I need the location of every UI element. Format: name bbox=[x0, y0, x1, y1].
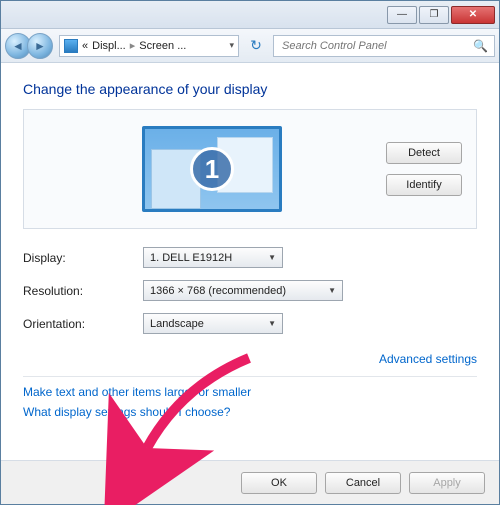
titlebar: — ❐ ✕ bbox=[1, 1, 499, 29]
display-value: 1. DELL E1912H bbox=[150, 252, 232, 264]
search-input[interactable] bbox=[280, 39, 473, 53]
chevron-down-icon: ▼ bbox=[328, 286, 336, 295]
display-dropdown[interactable]: 1. DELL E1912H ▼ bbox=[143, 247, 283, 268]
dialog-footer: OK Cancel Apply bbox=[1, 460, 499, 504]
control-panel-icon bbox=[64, 39, 78, 53]
monitor-1[interactable]: 1 bbox=[142, 126, 282, 212]
breadcrumb-dropdown[interactable]: ▾ bbox=[229, 40, 234, 51]
detect-button[interactable]: Detect bbox=[386, 142, 462, 164]
window-chrome: — ❐ ✕ ◄ ► « Displ... ▸ Screen ... ▾ ↻ 🔍 … bbox=[0, 0, 500, 505]
text-size-link[interactable]: Make text and other items larger or smal… bbox=[23, 385, 477, 399]
identify-button[interactable]: Identify bbox=[386, 174, 462, 196]
ok-button[interactable]: OK bbox=[241, 472, 317, 494]
breadcrumb-item-screen[interactable]: Screen ... bbox=[139, 40, 186, 52]
page-title: Change the appearance of your display bbox=[23, 81, 477, 97]
display-label: Display: bbox=[23, 251, 143, 265]
monitor-arrangement-box: 1 Detect Identify bbox=[23, 109, 477, 229]
cancel-button[interactable]: Cancel bbox=[325, 472, 401, 494]
resolution-value: 1366 × 768 (recommended) bbox=[150, 285, 286, 297]
orientation-row: Orientation: Landscape ▼ bbox=[23, 313, 477, 334]
search-box[interactable]: 🔍 bbox=[273, 35, 495, 57]
display-row: Display: 1. DELL E1912H ▼ bbox=[23, 247, 477, 268]
search-icon[interactable]: 🔍 bbox=[473, 39, 488, 53]
resolution-dropdown[interactable]: 1366 × 768 (recommended) ▼ bbox=[143, 280, 343, 301]
resolution-label: Resolution: bbox=[23, 284, 143, 298]
orientation-label: Orientation: bbox=[23, 317, 143, 331]
refresh-button[interactable]: ↻ bbox=[245, 35, 267, 57]
apply-button[interactable]: Apply bbox=[409, 472, 485, 494]
help-link[interactable]: What display settings should I choose? bbox=[23, 405, 477, 419]
breadcrumb-item-display[interactable]: Displ... bbox=[92, 40, 126, 52]
chevron-right-icon: ▸ bbox=[130, 39, 136, 52]
advanced-settings-link[interactable]: Advanced settings bbox=[379, 352, 477, 366]
bottom-links: Make text and other items larger or smal… bbox=[23, 385, 477, 419]
monitor-number-badge: 1 bbox=[190, 147, 234, 191]
toolbar: ◄ ► « Displ... ▸ Screen ... ▾ ↻ 🔍 bbox=[1, 29, 499, 63]
resolution-row: Resolution: 1366 × 768 (recommended) ▼ bbox=[23, 280, 477, 301]
close-button[interactable]: ✕ bbox=[451, 6, 495, 24]
breadcrumb-prefix: « bbox=[82, 40, 88, 52]
breadcrumb[interactable]: « Displ... ▸ Screen ... ▾ bbox=[59, 35, 239, 57]
chevron-down-icon: ▼ bbox=[268, 319, 276, 328]
content-area: Change the appearance of your display 1 … bbox=[1, 63, 499, 460]
monitor-preview-area[interactable]: 1 bbox=[38, 126, 386, 212]
orientation-value: Landscape bbox=[150, 318, 204, 330]
chevron-down-icon: ▼ bbox=[268, 253, 276, 262]
forward-button[interactable]: ► bbox=[27, 33, 53, 59]
maximize-button[interactable]: ❐ bbox=[419, 6, 449, 24]
nav-buttons: ◄ ► bbox=[5, 33, 53, 59]
orientation-dropdown[interactable]: Landscape ▼ bbox=[143, 313, 283, 334]
monitor-side-buttons: Detect Identify bbox=[386, 142, 462, 196]
minimize-button[interactable]: — bbox=[387, 6, 417, 24]
separator bbox=[23, 376, 477, 377]
advanced-settings-row: Advanced settings bbox=[23, 352, 477, 366]
